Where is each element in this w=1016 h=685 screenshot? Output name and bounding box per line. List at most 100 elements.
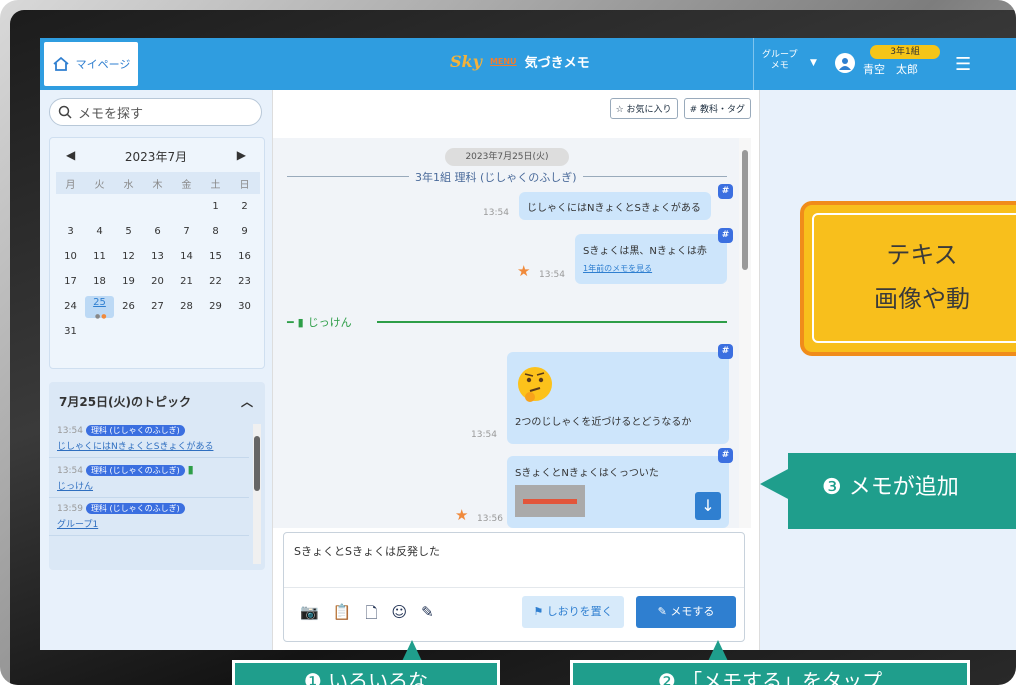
calendar-day[interactable]: 31 <box>56 326 85 337</box>
tag-icon[interactable]: # <box>718 344 733 359</box>
calendar-day[interactable]: 18 <box>85 276 114 287</box>
collapse-icon[interactable]: ︿ <box>241 393 253 410</box>
topic-link[interactable]: じっけん <box>57 479 241 492</box>
group-memo-label-2: メモ <box>770 61 789 71</box>
star-icon[interactable]: ★ <box>455 506 468 524</box>
calendar-day[interactable]: 25 ●● <box>85 295 114 320</box>
calendar-day[interactable]: 29 <box>201 301 230 312</box>
calendar-day[interactable]: 14 <box>172 251 201 262</box>
topic-item[interactable]: 13:59 理科 (じしゃくのふしぎ) グループ1 <box>49 498 249 536</box>
memo-input[interactable]: SきょくとSきょくは反発した 📷 📋 🗋 ☺ ✎ ⚑ しおりを置く ✎ メモする <box>283 532 745 642</box>
my-page-button[interactable]: マイページ <box>44 42 138 86</box>
favorites-label: お気に入り <box>626 105 672 115</box>
my-page-label: マイページ <box>75 58 131 71</box>
step-label-2: ❷ 「メモする」をタップ <box>570 660 970 685</box>
favorites-button[interactable]: ☆ お気に入り <box>609 98 678 119</box>
memo-text: Sきょくは黒、Nきょくは赤 <box>583 246 707 257</box>
group-memo-label-1: グループ <box>762 50 798 60</box>
calendar-day[interactable]: 7 <box>172 226 201 237</box>
calendar-day[interactable]: 26 <box>114 301 143 312</box>
memo-text: SきょくとNきょくはくっついた <box>515 468 659 479</box>
topic-item[interactable]: 13:54 理科 (じしゃくのふしぎ) ▮ じっけん <box>49 458 249 498</box>
next-month-icon[interactable]: ▶ <box>237 148 246 165</box>
emoji-icon[interactable]: ☺ <box>391 603 407 628</box>
calendar-day[interactable]: 5 <box>114 226 143 237</box>
top-bar: マイページ Sky MENU 気づきメモ グループ メモ ▼ 3年1組 青空 太… <box>40 38 1016 90</box>
memo-search-input[interactable]: メモを探す <box>49 98 262 126</box>
user-name: 青空 太郎 <box>863 63 918 76</box>
calendar-day[interactable]: 24 <box>56 301 85 312</box>
calendar-day[interactable]: 13 <box>143 251 172 262</box>
bookmark-button[interactable]: ⚑ しおりを置く <box>522 596 624 628</box>
calendar-week: 24 25 ●● 26 27 28 29 30 <box>56 294 260 320</box>
draw-icon[interactable]: ✎ <box>421 603 434 628</box>
calendar-day[interactable]: 4 <box>85 226 114 237</box>
calendar-week: 10 11 12 13 14 15 16 <box>56 244 260 269</box>
user-avatar-icon[interactable] <box>835 53 855 73</box>
teal-callout-text: メモが追加 <box>848 475 959 500</box>
subject-tag-button[interactable]: # 教科・タグ <box>683 98 751 119</box>
calendar-day[interactable]: 3 <box>56 226 85 237</box>
chevron-down-icon[interactable]: ▼ <box>810 58 817 68</box>
search-placeholder: メモを探す <box>78 106 144 122</box>
memo-text: じしゃくにはNきょくとSきょくがある <box>527 202 701 214</box>
memo-button-label: メモする <box>670 605 715 618</box>
topic-link[interactable]: じしゃくにはNきょくとSきょくがある <box>57 439 241 452</box>
tag-icon[interactable]: # <box>718 184 733 199</box>
prev-month-icon[interactable]: ◀ <box>66 148 75 165</box>
tag-icon[interactable]: # <box>718 448 733 463</box>
memo-submit-button[interactable]: ✎ メモする <box>636 596 736 628</box>
camera-icon[interactable]: 📷 <box>300 603 319 628</box>
calendar-day[interactable]: 6 <box>143 226 172 237</box>
memo-input-text[interactable]: SきょくとSきょくは反発した <box>294 543 440 559</box>
photo-thumbnail[interactable] <box>515 485 585 517</box>
weekday-label: 水 <box>123 179 134 191</box>
calendar-day[interactable]: 10 <box>56 251 85 262</box>
calendar: ◀ 2023年7月 ▶ 月火水木金土日 1 2 3 4 5 6 7 8 9 10 11 12 13 14 15… <box>49 137 265 369</box>
topic-item[interactable]: 13:54 理科 (じしゃくのふしぎ) じしゃくにはNきょくとSきょくがある <box>49 420 249 458</box>
file-icon[interactable]: 🗋 <box>365 603 377 628</box>
memo-bubble[interactable]: Sきょくは黒、Nきょくは赤 1年前のメモを見る <box>575 234 727 284</box>
calendar-day[interactable]: 1 <box>201 201 230 212</box>
bookmark-button-label: しおりを置く <box>546 605 613 618</box>
group-memo-menu[interactable]: グループ メモ <box>762 50 797 72</box>
clipboard-icon[interactable]: 📋 <box>333 603 352 628</box>
memo-bubble[interactable]: じしゃくにはNきょくとSきょくがある <box>519 192 711 220</box>
bookmark-icon: ▮ <box>297 315 304 329</box>
bookmark-divider: ━ ▮ じっけん <box>287 315 352 330</box>
calendar-day[interactable]: 8 <box>201 226 230 237</box>
input-divider <box>284 587 744 588</box>
memo-dots-icon: ●● <box>95 312 108 320</box>
calendar-day[interactable]: 15 <box>201 251 230 262</box>
calendar-day[interactable]: 23 <box>230 276 259 287</box>
calendar-day[interactable]: 30 <box>230 301 259 312</box>
teal-callout: ❸ メモが追加 <box>788 453 1016 529</box>
calendar-day[interactable]: 2 <box>230 201 259 212</box>
calendar-day[interactable]: 22 <box>201 276 230 287</box>
past-memo-link[interactable]: 1年前のメモを見る <box>583 263 719 274</box>
calendar-day[interactable]: 19 <box>114 276 143 287</box>
calendar-day[interactable]: 17 <box>56 276 85 287</box>
right-panel <box>760 90 1016 650</box>
star-icon[interactable]: ★ <box>517 262 530 280</box>
calendar-day[interactable]: 12 <box>114 251 143 262</box>
star-outline-icon: ☆ <box>615 105 624 115</box>
calendar-day[interactable]: 20 <box>143 276 172 287</box>
calendar-day[interactable]: 9 <box>230 226 259 237</box>
scroll-down-button[interactable]: ↓ <box>695 492 721 520</box>
memo-time: 13:54 <box>471 430 497 440</box>
calendar-day[interactable]: 27 <box>143 301 172 312</box>
calendar-day[interactable]: 21 <box>172 276 201 287</box>
calendar-day[interactable]: 28 <box>172 301 201 312</box>
topic-link[interactable]: グループ1 <box>57 517 241 530</box>
topics-title: 7月25日(火)のトピック <box>59 394 192 409</box>
subject-badge: 理科 (じしゃくのふしぎ) <box>85 465 185 476</box>
calendar-day[interactable]: 11 <box>85 251 114 262</box>
tag-icon[interactable]: # <box>718 228 733 243</box>
topic-time: 13:54 <box>57 426 83 436</box>
memo-bubble[interactable]: 2つのじしゃくを近づけるとどうなるか <box>507 352 729 444</box>
chat-scroll-thumb[interactable] <box>742 150 748 270</box>
menu-icon[interactable]: ☰ <box>955 54 971 75</box>
calendar-day[interactable]: 16 <box>230 251 259 262</box>
topics-scroll-thumb[interactable] <box>254 436 260 491</box>
